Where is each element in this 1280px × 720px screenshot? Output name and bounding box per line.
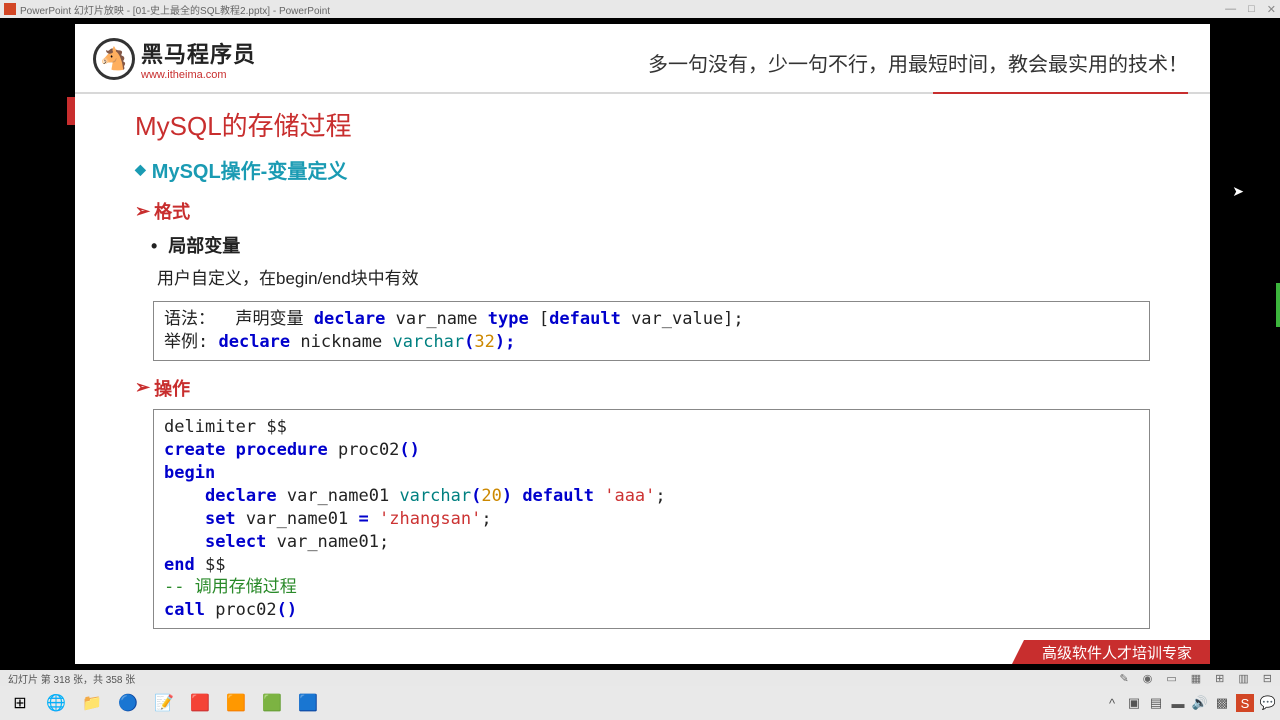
- logo: 🐴 黑马程序员 www.itheima.com: [93, 37, 256, 81]
- header-underline-red: [933, 92, 1188, 94]
- tray-app2-icon[interactable]: ▤: [1148, 695, 1164, 711]
- slideshow-area[interactable]: 🐴 黑马程序员 www.itheima.com 多一句没有，少一句不行，用最短时…: [0, 18, 1280, 668]
- logo-icon: 🐴: [93, 38, 135, 80]
- explorer-icon[interactable]: 📁: [76, 689, 108, 717]
- minimize-button[interactable]: —: [1225, 3, 1236, 16]
- tagline: 多一句没有，少一句不行，用最短时间，教会最实用的技术！: [648, 48, 1188, 77]
- logo-text-cn: 黑马程序员: [141, 37, 256, 69]
- desc-local-var: 用户自定义，在begin/end块中有效: [157, 264, 1150, 289]
- chrome-icon[interactable]: 🌐: [40, 689, 72, 717]
- slide-body: MySQL的存储过程 MySQL操作-变量定义 格式 局部变量 用户自定义，在b…: [75, 94, 1210, 629]
- tray-up-icon[interactable]: ^: [1104, 695, 1120, 711]
- slide: 🐴 黑马程序员 www.itheima.com 多一句没有，少一句不行，用最短时…: [75, 24, 1210, 664]
- powerpoint-taskbar-icon[interactable]: 🟧: [220, 689, 252, 717]
- window-title: PowerPoint 幻灯片放映 - [01-史上最全的SQL教程2.pptx]…: [20, 2, 1225, 17]
- powerpoint-icon: [4, 3, 16, 15]
- xshell-icon[interactable]: 🟥: [184, 689, 216, 717]
- word-icon[interactable]: 🟦: [292, 689, 324, 717]
- slide-counter: 幻灯片 第 318 张，共 358 张: [8, 671, 135, 686]
- tool-slideshow-icon[interactable]: ⊟: [1263, 672, 1272, 685]
- tool-sorter-icon[interactable]: ⊞: [1215, 672, 1224, 685]
- close-button[interactable]: ✕: [1267, 3, 1276, 16]
- tray-app1-icon[interactable]: ▣: [1126, 695, 1142, 711]
- statusbar: 幻灯片 第 318 张，共 358 张 ✎ ◉ ▭ ▦ ⊞ ▥ ⊟: [0, 670, 1280, 686]
- slide-title: MySQL的存储过程: [135, 106, 1150, 143]
- status-tools: ✎ ◉ ▭ ▦ ⊞ ▥ ⊟: [1120, 672, 1272, 685]
- tool-pen-icon[interactable]: ✎: [1120, 672, 1129, 685]
- maximize-button[interactable]: □: [1248, 3, 1255, 16]
- tool-subtitle-icon[interactable]: ▭: [1166, 672, 1176, 685]
- browser-icon[interactable]: 🔵: [112, 689, 144, 717]
- tool-normal-icon[interactable]: ▦: [1191, 672, 1201, 685]
- taskbar: ⊞ 🌐 📁 🔵 📝 🟥 🟧 🟩 🟦 ^ ▣ ▤ ▬ 🔊 ▩ S 💬: [0, 686, 1280, 720]
- mouse-cursor: ➤: [1232, 183, 1244, 200]
- side-indicator: [1276, 283, 1280, 327]
- tray-volume-icon[interactable]: 🔊: [1192, 695, 1208, 711]
- app-icon[interactable]: 🟩: [256, 689, 288, 717]
- tray-network-icon[interactable]: ▩: [1214, 695, 1230, 711]
- tool-reading-icon[interactable]: ▥: [1238, 672, 1248, 685]
- slide-header: 🐴 黑马程序员 www.itheima.com 多一句没有，少一句不行，用最短时…: [75, 24, 1210, 94]
- section-operation: 操作: [135, 375, 1150, 401]
- notepad-icon[interactable]: 📝: [148, 689, 180, 717]
- window-controls: — □ ✕: [1225, 3, 1276, 16]
- tray-notification-icon[interactable]: 💬: [1260, 695, 1276, 711]
- section-format: 格式: [135, 198, 1150, 224]
- tool-laser-icon[interactable]: ◉: [1143, 672, 1153, 685]
- code-syntax: 语法： 声明变量 declare var_name type [default …: [153, 301, 1150, 361]
- bullet-local-var: 局部变量: [151, 232, 1150, 258]
- window-titlebar: PowerPoint 幻灯片放映 - [01-史上最全的SQL教程2.pptx]…: [0, 0, 1280, 18]
- footer-ribbon: 高级软件人才培训专家: [1012, 640, 1210, 664]
- logo-url: www.itheima.com: [141, 69, 256, 81]
- slide-subtitle: MySQL操作-变量定义: [135, 155, 1150, 184]
- start-button[interactable]: ⊞: [4, 689, 36, 717]
- tray-battery-icon[interactable]: ▬: [1170, 695, 1186, 711]
- accent-bar: [67, 97, 75, 125]
- system-tray: ^ ▣ ▤ ▬ 🔊 ▩ S 💬: [1104, 694, 1276, 712]
- tray-ime-icon[interactable]: S: [1236, 694, 1254, 712]
- code-example: delimiter $$ create procedure proc02() b…: [153, 409, 1150, 629]
